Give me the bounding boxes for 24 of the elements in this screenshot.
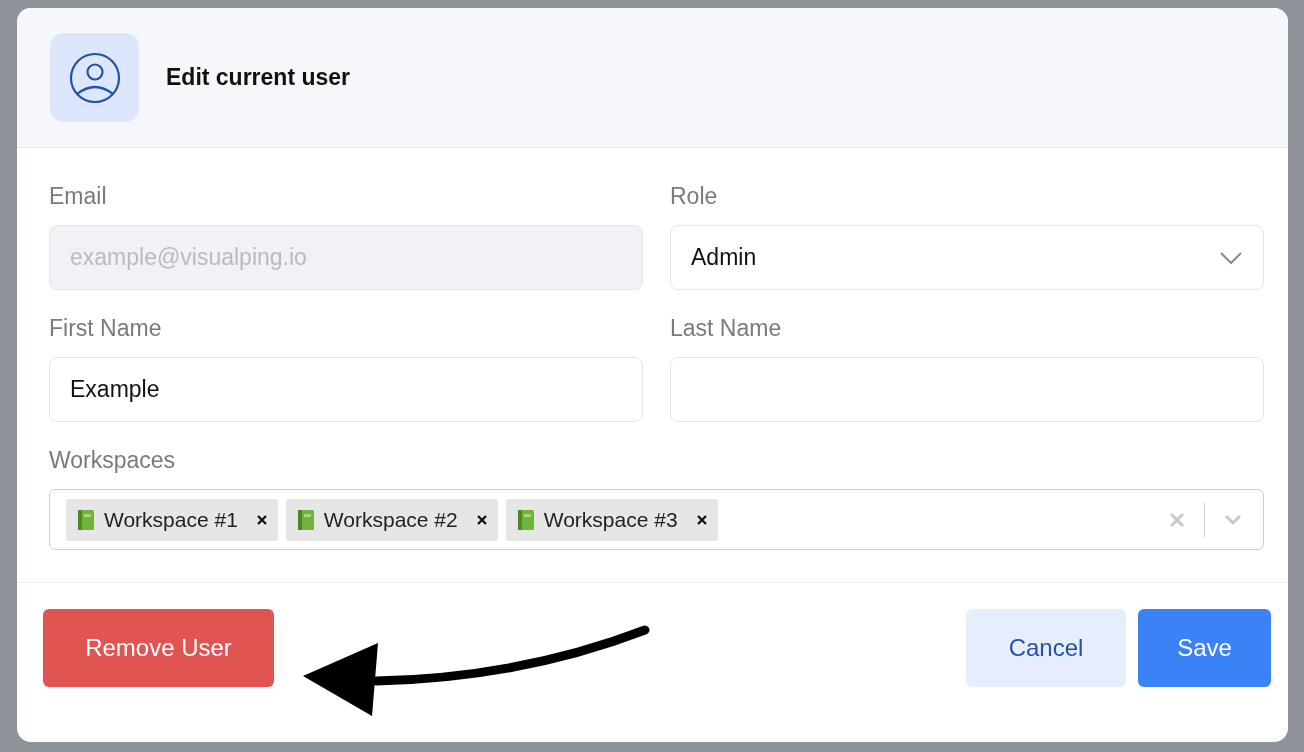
cancel-button[interactable]: Cancel (966, 609, 1126, 687)
text-field[interactable] (670, 357, 1264, 422)
book-icon (76, 508, 96, 531)
field-label: Last Name (670, 316, 783, 340)
chevron-down-icon (1219, 250, 1243, 265)
workspace-tag: Workspace #2 (285, 498, 498, 541)
field-label: Role (670, 184, 719, 208)
workspace-tag: Workspace #1 (66, 498, 278, 541)
save-button[interactable]: Save (1138, 609, 1271, 687)
workspaces-multiselect[interactable]: Workspace #1 Workspace #2 Workspace #3 (49, 489, 1264, 550)
book-icon (515, 508, 536, 531)
book-icon (295, 508, 316, 531)
role-dropdown[interactable]: Admin (670, 225, 1264, 290)
remove-button[interactable]: Remove User (43, 609, 274, 687)
workspace-tag: Workspace #3 (505, 498, 718, 541)
field-label: Email (49, 184, 108, 208)
user-icon (67, 50, 122, 105)
text-field[interactable]: Example (49, 357, 643, 422)
remove-tag-icon[interactable] (475, 513, 488, 526)
remove-tag-icon[interactable] (255, 513, 268, 526)
dialog-title: Edit current user (166, 64, 351, 91)
field-label: Workspaces (49, 448, 177, 472)
field-label: First Name (49, 316, 163, 340)
remove-tag-icon[interactable] (695, 513, 708, 526)
